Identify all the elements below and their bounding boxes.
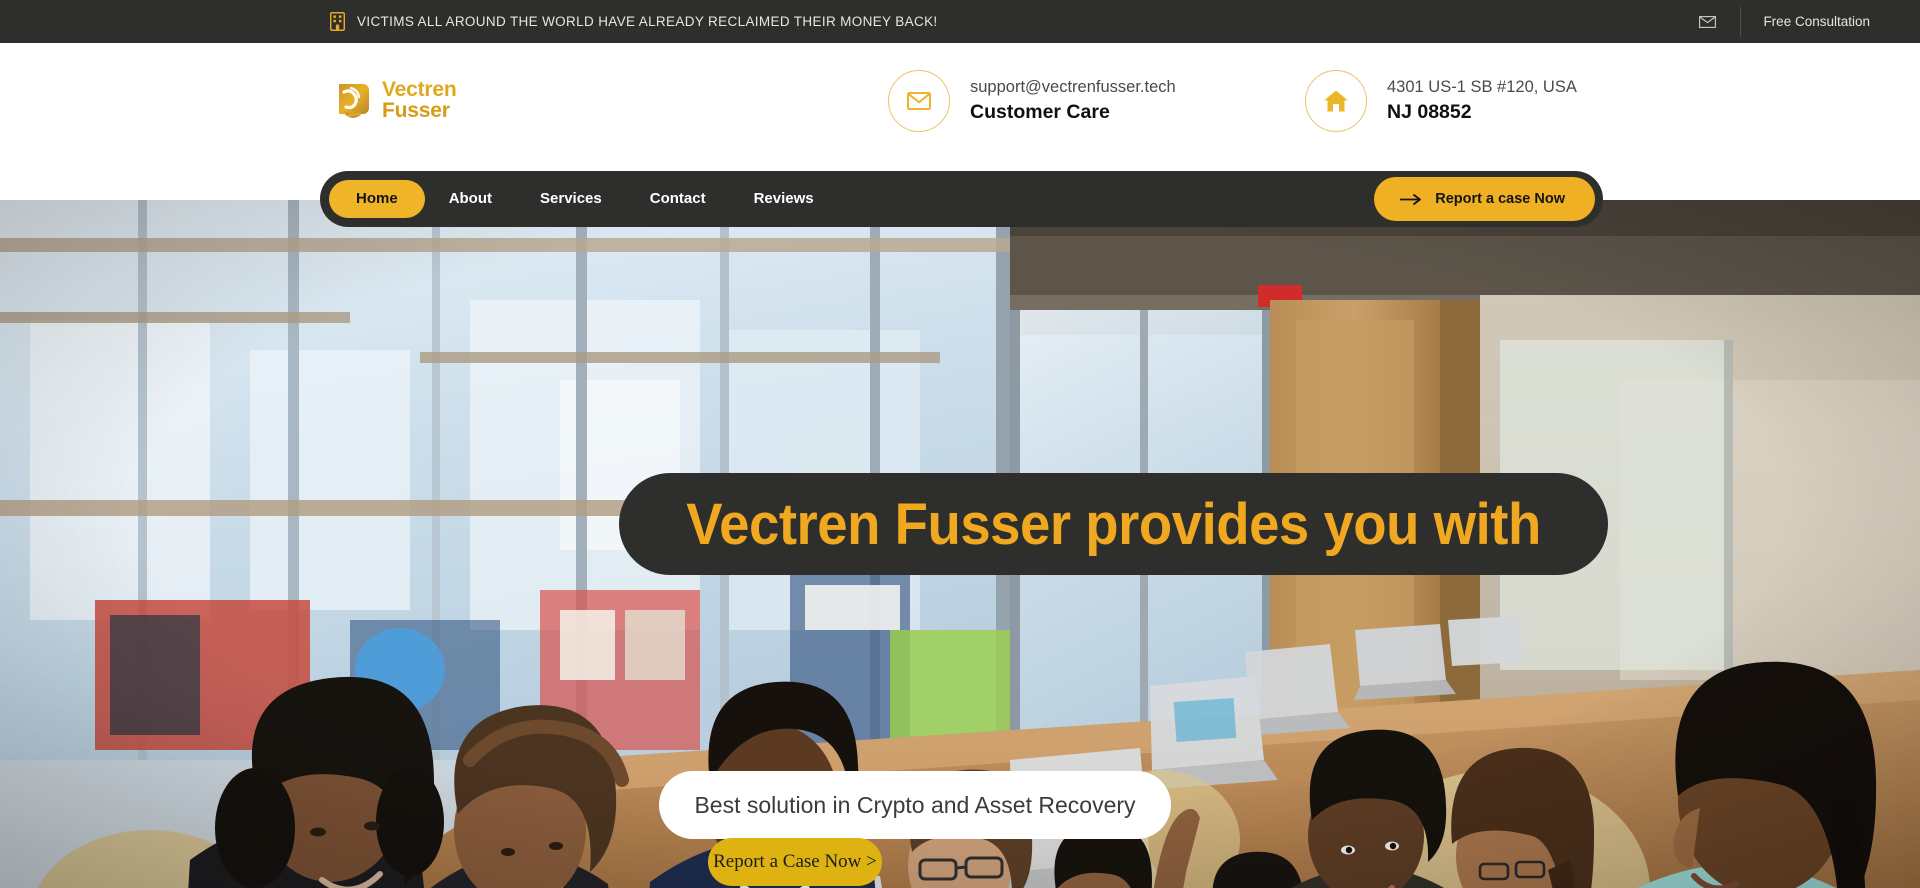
free-consultation-link[interactable]: Free Consultation bbox=[1763, 14, 1920, 29]
address-region: NJ 08852 bbox=[1387, 100, 1472, 123]
nav-item-services[interactable]: Services bbox=[516, 180, 626, 218]
nav-item-home[interactable]: Home bbox=[329, 180, 425, 218]
logo[interactable]: Vectren Fusser bbox=[333, 78, 457, 124]
hero-title-container: Vectren Fusser provides you with bbox=[619, 473, 1608, 575]
main-navigation: Home About Services Contact Reviews Repo… bbox=[320, 171, 1603, 227]
hero-report-case-button[interactable]: Report a Case Now > bbox=[708, 838, 882, 886]
logo-text: Vectren Fusser bbox=[382, 78, 457, 122]
nav-item-contact[interactable]: Contact bbox=[626, 180, 730, 218]
support-email: support@vectrenfusser.tech bbox=[970, 77, 1176, 96]
announcement-bar: VICTIMS ALL AROUND THE WORLD HAVE ALREAD… bbox=[0, 0, 1920, 43]
envelope-icon bbox=[888, 69, 950, 132]
address-info[interactable]: 4301 US-1 SB #120, USA NJ 08852 bbox=[1305, 69, 1577, 132]
building-icon bbox=[330, 12, 345, 31]
hero-title: Vectren Fusser provides you with bbox=[686, 491, 1541, 557]
nav-items: Home About Services Contact Reviews bbox=[329, 180, 838, 218]
hero-section: Vectren Fusser provides you with Best so… bbox=[0, 200, 1920, 888]
envelope-icon[interactable] bbox=[1684, 0, 1730, 43]
hero-subtitle: Best solution in Crypto and Asset Recove… bbox=[694, 791, 1136, 818]
site-header: Vectren Fusser support@vectrenfusser.tec… bbox=[0, 43, 1920, 158]
hero-report-case-label: Report a Case Now > bbox=[713, 851, 877, 872]
report-case-button[interactable]: Report a case Now bbox=[1374, 177, 1595, 221]
nav-item-about[interactable]: About bbox=[425, 180, 516, 218]
contact-lines: support@vectrenfusser.tech Customer Care bbox=[970, 78, 1176, 124]
announcement-content: VICTIMS ALL AROUND THE WORLD HAVE ALREAD… bbox=[330, 12, 938, 31]
nav-item-reviews[interactable]: Reviews bbox=[730, 180, 838, 218]
logo-line-1: Vectren bbox=[382, 78, 457, 102]
logo-line-2: Fusser bbox=[382, 98, 450, 122]
customer-care-label: Customer Care bbox=[970, 100, 1110, 123]
hero-subtitle-container: Best solution in Crypto and Asset Recove… bbox=[659, 771, 1171, 839]
announcement-text: VICTIMS ALL AROUND THE WORLD HAVE ALREAD… bbox=[357, 14, 938, 29]
report-case-label: Report a case Now bbox=[1435, 191, 1565, 207]
handshake-logo-icon bbox=[333, 78, 375, 124]
arrow-right-icon bbox=[1400, 193, 1422, 205]
address-street: 4301 US-1 SB #120, USA bbox=[1387, 77, 1577, 96]
announcement-right: Free Consultation bbox=[1684, 0, 1920, 43]
contact-info[interactable]: support@vectrenfusser.tech Customer Care bbox=[888, 69, 1176, 132]
home-icon bbox=[1305, 69, 1367, 132]
address-lines: 4301 US-1 SB #120, USA NJ 08852 bbox=[1387, 78, 1577, 124]
hero-content: Vectren Fusser provides you with Best so… bbox=[0, 200, 1920, 888]
divider bbox=[1740, 6, 1742, 37]
